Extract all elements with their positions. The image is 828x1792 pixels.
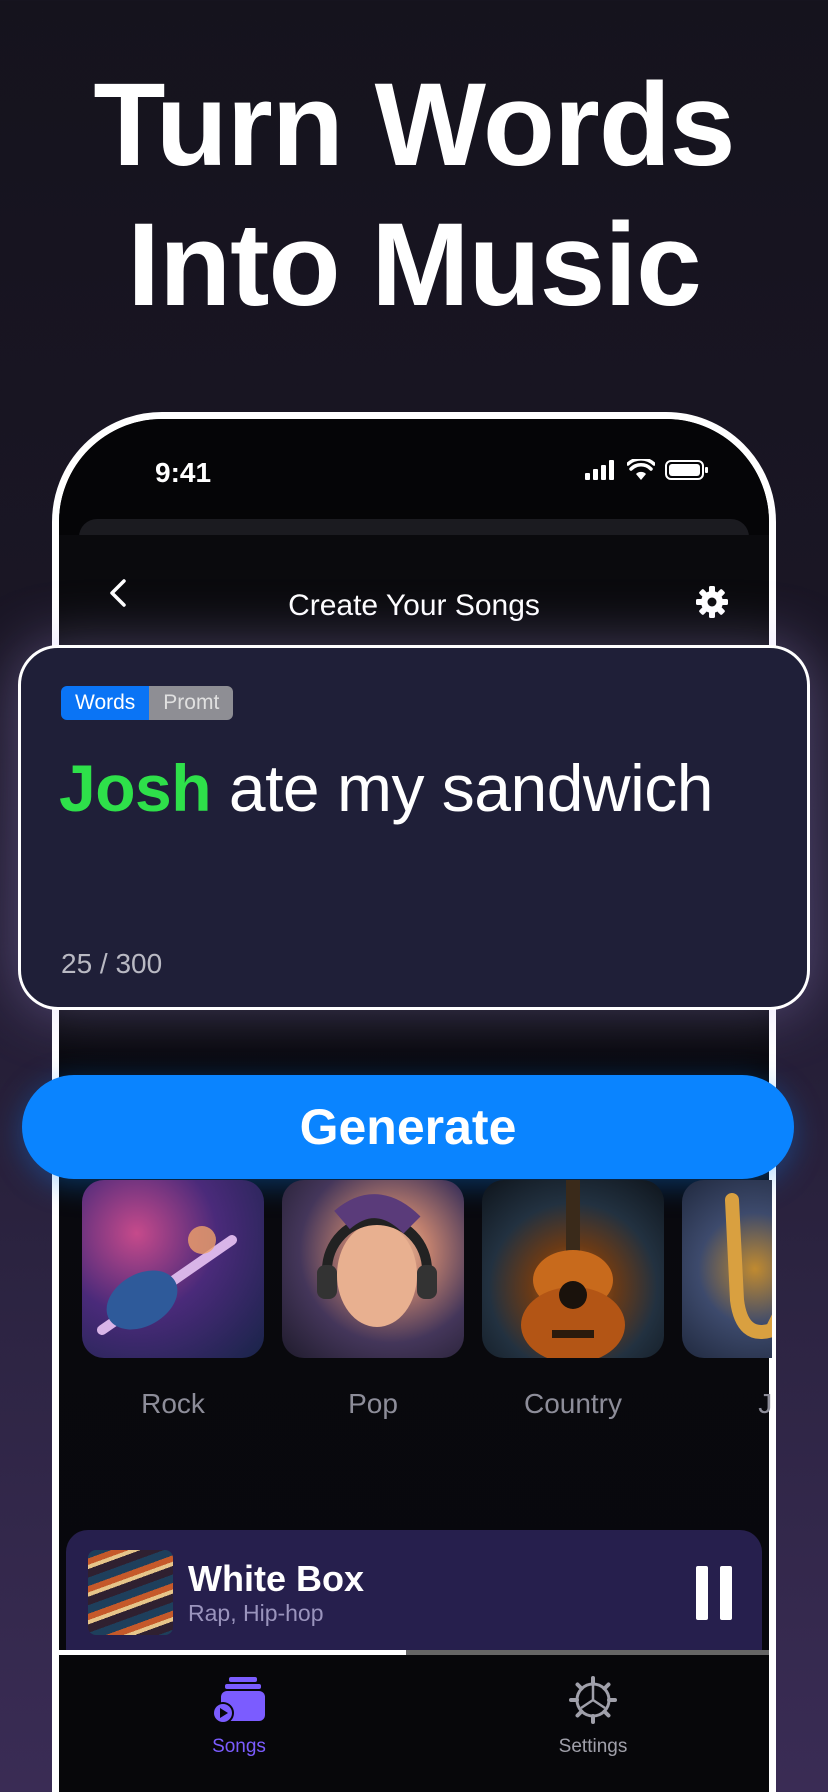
wifi-icon [627,459,655,480]
gear-icon[interactable] [695,585,729,619]
tab-settings[interactable]: Settings [493,1675,693,1758]
lyrics-rest: ate my sandwich [211,751,714,825]
headline-line-1: Turn Words [93,59,735,191]
acoustic-guitar-icon [521,1180,625,1358]
status-time: 9:41 [155,457,212,488]
genre-item-pop[interactable]: Pop [282,1180,464,1420]
genre-label: Country [523,1388,623,1419]
track-artwork [88,1550,173,1635]
tab-bar: Songs Settings [59,1655,769,1792]
settings-gear-icon [569,1676,617,1724]
signal-icon [585,460,614,480]
generate-button[interactable]: Generate [22,1075,794,1179]
mode-prompt-button[interactable]: Promt [149,686,234,720]
genre-carousel[interactable]: Rock Pop Country J [82,1180,772,1455]
saxophone-icon [725,1193,772,1339]
pause-icon[interactable] [696,1566,732,1620]
lyrics-text[interactable]: Josh ate my sandwich [59,748,713,828]
pop-artwork [282,1180,464,1358]
navbar: Create Your Songs [59,535,769,655]
battery-icon [665,460,708,480]
genre-label: Ja [758,1388,772,1419]
track-title: White Box [188,1558,364,1599]
tab-songs-label: Songs [212,1736,266,1757]
songs-icon [212,1677,265,1724]
headphones-singer-icon [317,1194,437,1327]
headline-line-2: Into Music [127,199,701,331]
page-title: Create Your Songs [288,589,540,622]
character-counter: 25 / 300 [61,948,163,979]
rock-artwork [82,1180,264,1358]
mode-words-button[interactable]: Words [61,686,150,720]
mini-player[interactable]: White Box Rap, Hip-hop [66,1530,762,1655]
guitar-player-icon [97,1226,237,1335]
lyrics-input-card[interactable]: Words Promt Josh ate my sandwich 25 / 30… [18,645,810,1010]
genre-item-rock[interactable]: Rock [82,1180,264,1420]
genre-item-jazz[interactable]: Ja [682,1180,772,1420]
tab-songs[interactable]: Songs [139,1675,339,1758]
highlighted-word: Josh [59,751,212,825]
headline: Turn Words Into Music [0,55,828,335]
status-icons [585,459,709,481]
genre-label: Pop [348,1388,398,1419]
track-genre: Rap, Hip-hop [188,1600,324,1626]
country-artwork [482,1180,664,1358]
mode-toggle[interactable]: Words Promt [61,686,234,720]
genre-item-country[interactable]: Country [482,1180,664,1420]
tab-settings-label: Settings [558,1736,628,1757]
jazz-artwork [682,1180,772,1358]
genre-label: Rock [141,1388,205,1419]
